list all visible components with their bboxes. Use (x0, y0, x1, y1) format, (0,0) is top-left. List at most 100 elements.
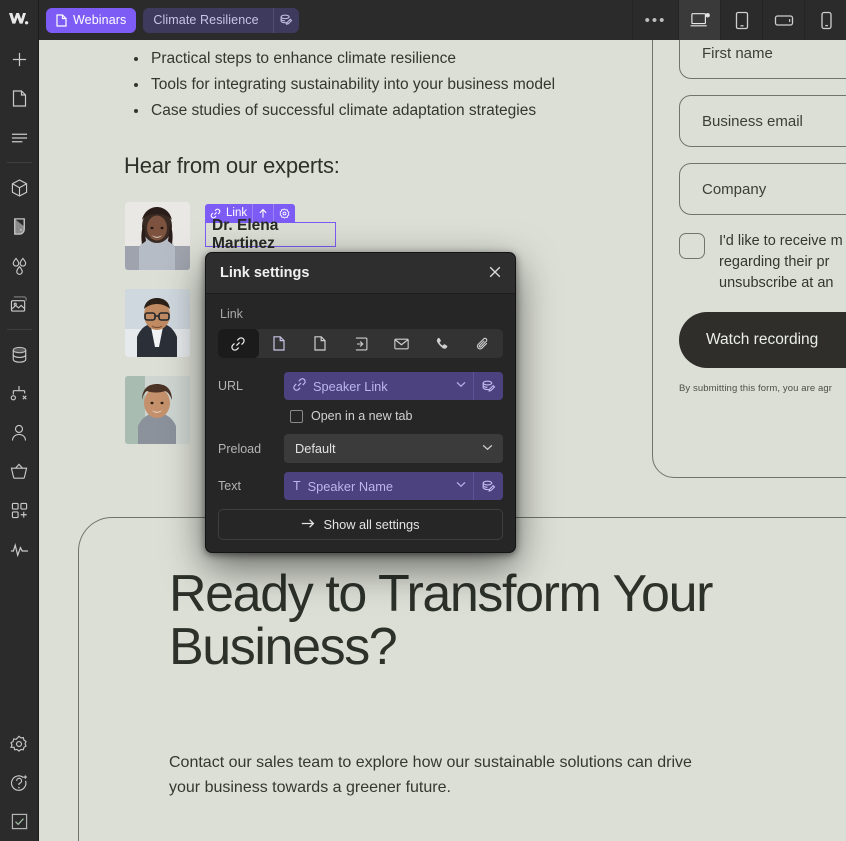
company-field[interactable]: Company (679, 163, 846, 215)
preload-value: Default (295, 441, 336, 456)
form-fineprint: By submitting this form, you are agr (679, 383, 833, 394)
show-all-settings-button[interactable]: Show all settings (218, 509, 503, 540)
tab-label: Webinars (73, 13, 127, 27)
dialog-header: Link settings (206, 253, 515, 294)
consent-label: I'd like to receive m regarding their pr… (719, 233, 843, 291)
speaker-row[interactable] (125, 287, 190, 359)
link-type-page[interactable] (259, 329, 300, 358)
link-type-url[interactable] (218, 329, 259, 358)
breakpoint-mobile-portrait[interactable] (804, 0, 846, 40)
url-row: URL Speaker Link (218, 372, 503, 400)
url-label: URL (218, 379, 244, 393)
more-options-button[interactable]: ••• (632, 0, 678, 40)
rail-item-assets[interactable] (0, 285, 39, 324)
open-new-tab-label: Open in a new tab (311, 409, 413, 423)
breakpoint-tablet[interactable] (720, 0, 762, 40)
preload-row: Preload Default (218, 434, 503, 463)
business-email-field[interactable]: Business email (679, 95, 846, 147)
benefit-list: Practical steps to enhance climate resil… (128, 46, 688, 124)
dialog-body: Link URL Speaker Link Open in a new tab … (206, 294, 515, 552)
list-item: Tools for integrating sustainability int… (128, 72, 688, 97)
text-binding-field[interactable]: T Speaker Name (284, 472, 503, 500)
speaker-row[interactable] (125, 374, 190, 446)
chevron-down-icon (482, 444, 493, 454)
cms-bind-icon[interactable] (473, 372, 503, 400)
text-type-icon: T (293, 479, 301, 493)
top-bar-right: ••• (632, 0, 846, 40)
chevron-down-icon[interactable] (456, 481, 466, 491)
rail-item-checklist[interactable] (0, 802, 39, 841)
rail-group-1 (0, 40, 38, 157)
rail-divider (6, 162, 32, 163)
rail-item-pages[interactable] (0, 79, 39, 118)
text-value[interactable]: T Speaker Name (284, 479, 473, 494)
webflow-designer: Webinars Climate Resilience ••• Practica… (0, 0, 846, 841)
page-icon (56, 13, 67, 27)
preload-select[interactable]: Default (284, 434, 503, 463)
first-name-field[interactable]: First name (679, 40, 846, 79)
rail-item-apps[interactable] (0, 491, 39, 530)
rail-item-add-elements[interactable] (0, 40, 39, 79)
speaker-row[interactable] (125, 200, 190, 272)
rail-item-components[interactable] (0, 168, 39, 207)
text-label: Text (218, 479, 241, 493)
cta-section: Ready to Transform Your Business? Contac… (78, 517, 846, 841)
tab-climate-resilience[interactable]: Climate Resilience (143, 7, 299, 33)
url-binding-field[interactable]: Speaker Link (284, 372, 503, 400)
rail-group-2 (0, 168, 38, 324)
left-toolbar (0, 40, 39, 841)
watch-recording-button[interactable]: Watch recording (679, 312, 846, 368)
rail-item-navigator[interactable] (0, 118, 39, 157)
registration-form: First name Business email Company I'd li… (652, 40, 846, 478)
chevron-down-icon[interactable] (456, 381, 466, 391)
link-type-email[interactable] (381, 329, 422, 358)
breakpoint-desktop[interactable] (678, 0, 720, 40)
text-row: Text T Speaker Name (218, 472, 503, 500)
webflow-logo[interactable] (0, 0, 39, 40)
link-type-attachment[interactable] (462, 329, 503, 358)
rail-item-help[interactable] (0, 763, 39, 802)
tab-label: Climate Resilience (153, 13, 259, 27)
rail-item-audit[interactable] (0, 530, 39, 569)
field-placeholder: First name (702, 44, 773, 62)
rail-item-users[interactable] (0, 413, 39, 452)
cms-bind-icon[interactable] (272, 7, 299, 33)
rail-item-variables[interactable] (0, 246, 39, 285)
rail-item-settings[interactable] (0, 724, 39, 763)
rail-item-ecommerce[interactable] (0, 452, 39, 491)
link-type-page-alt[interactable] (299, 329, 340, 358)
tab-strip: Webinars Climate Resilience (39, 0, 632, 40)
rail-group-bottom (0, 724, 38, 841)
link-type-section-anchor[interactable] (340, 329, 381, 358)
cta-paragraph: Contact our sales team to explore how ou… (169, 754, 692, 796)
url-value[interactable]: Speaker Link (284, 378, 473, 394)
list-item: Practical steps to enhance climate resil… (128, 46, 688, 71)
breakpoint-mobile-landscape[interactable] (762, 0, 804, 40)
consent-checkbox[interactable] (679, 233, 705, 259)
rail-item-logic[interactable] (0, 374, 39, 413)
link-settings-dialog: Link settings Link URL Speaker Link Open… (205, 252, 516, 553)
tab-webinars[interactable]: Webinars (46, 7, 137, 33)
speaker-list (125, 200, 190, 461)
avatar (125, 376, 190, 444)
show-all-settings-label: Show all settings (323, 517, 420, 532)
consent-row[interactable]: I'd like to receive m regarding their pr… (679, 231, 846, 294)
avatar (125, 289, 190, 357)
link-type-phone[interactable] (422, 329, 463, 358)
open-new-tab-checkbox[interactable] (290, 409, 303, 423)
rail-item-cms[interactable] (0, 335, 39, 374)
rail-item-style-selectors[interactable] (0, 207, 39, 246)
arrow-right-icon (301, 517, 315, 532)
preload-label: Preload (218, 441, 262, 456)
cms-bind-icon[interactable] (473, 472, 503, 500)
url-value-label: Speaker Link (313, 378, 388, 394)
list-item: Case studies of successful climate adapt… (128, 98, 688, 123)
rail-group-3 (0, 335, 38, 569)
link-icon (293, 378, 306, 394)
selected-link-text[interactable]: Dr. Elena Martinez (205, 217, 336, 252)
open-new-tab-row[interactable]: Open in a new tab (290, 409, 503, 423)
experts-heading: Hear from our experts: (124, 153, 340, 178)
close-icon[interactable] (488, 265, 502, 282)
avatar (125, 202, 190, 270)
more-options-label: ••• (644, 11, 667, 29)
